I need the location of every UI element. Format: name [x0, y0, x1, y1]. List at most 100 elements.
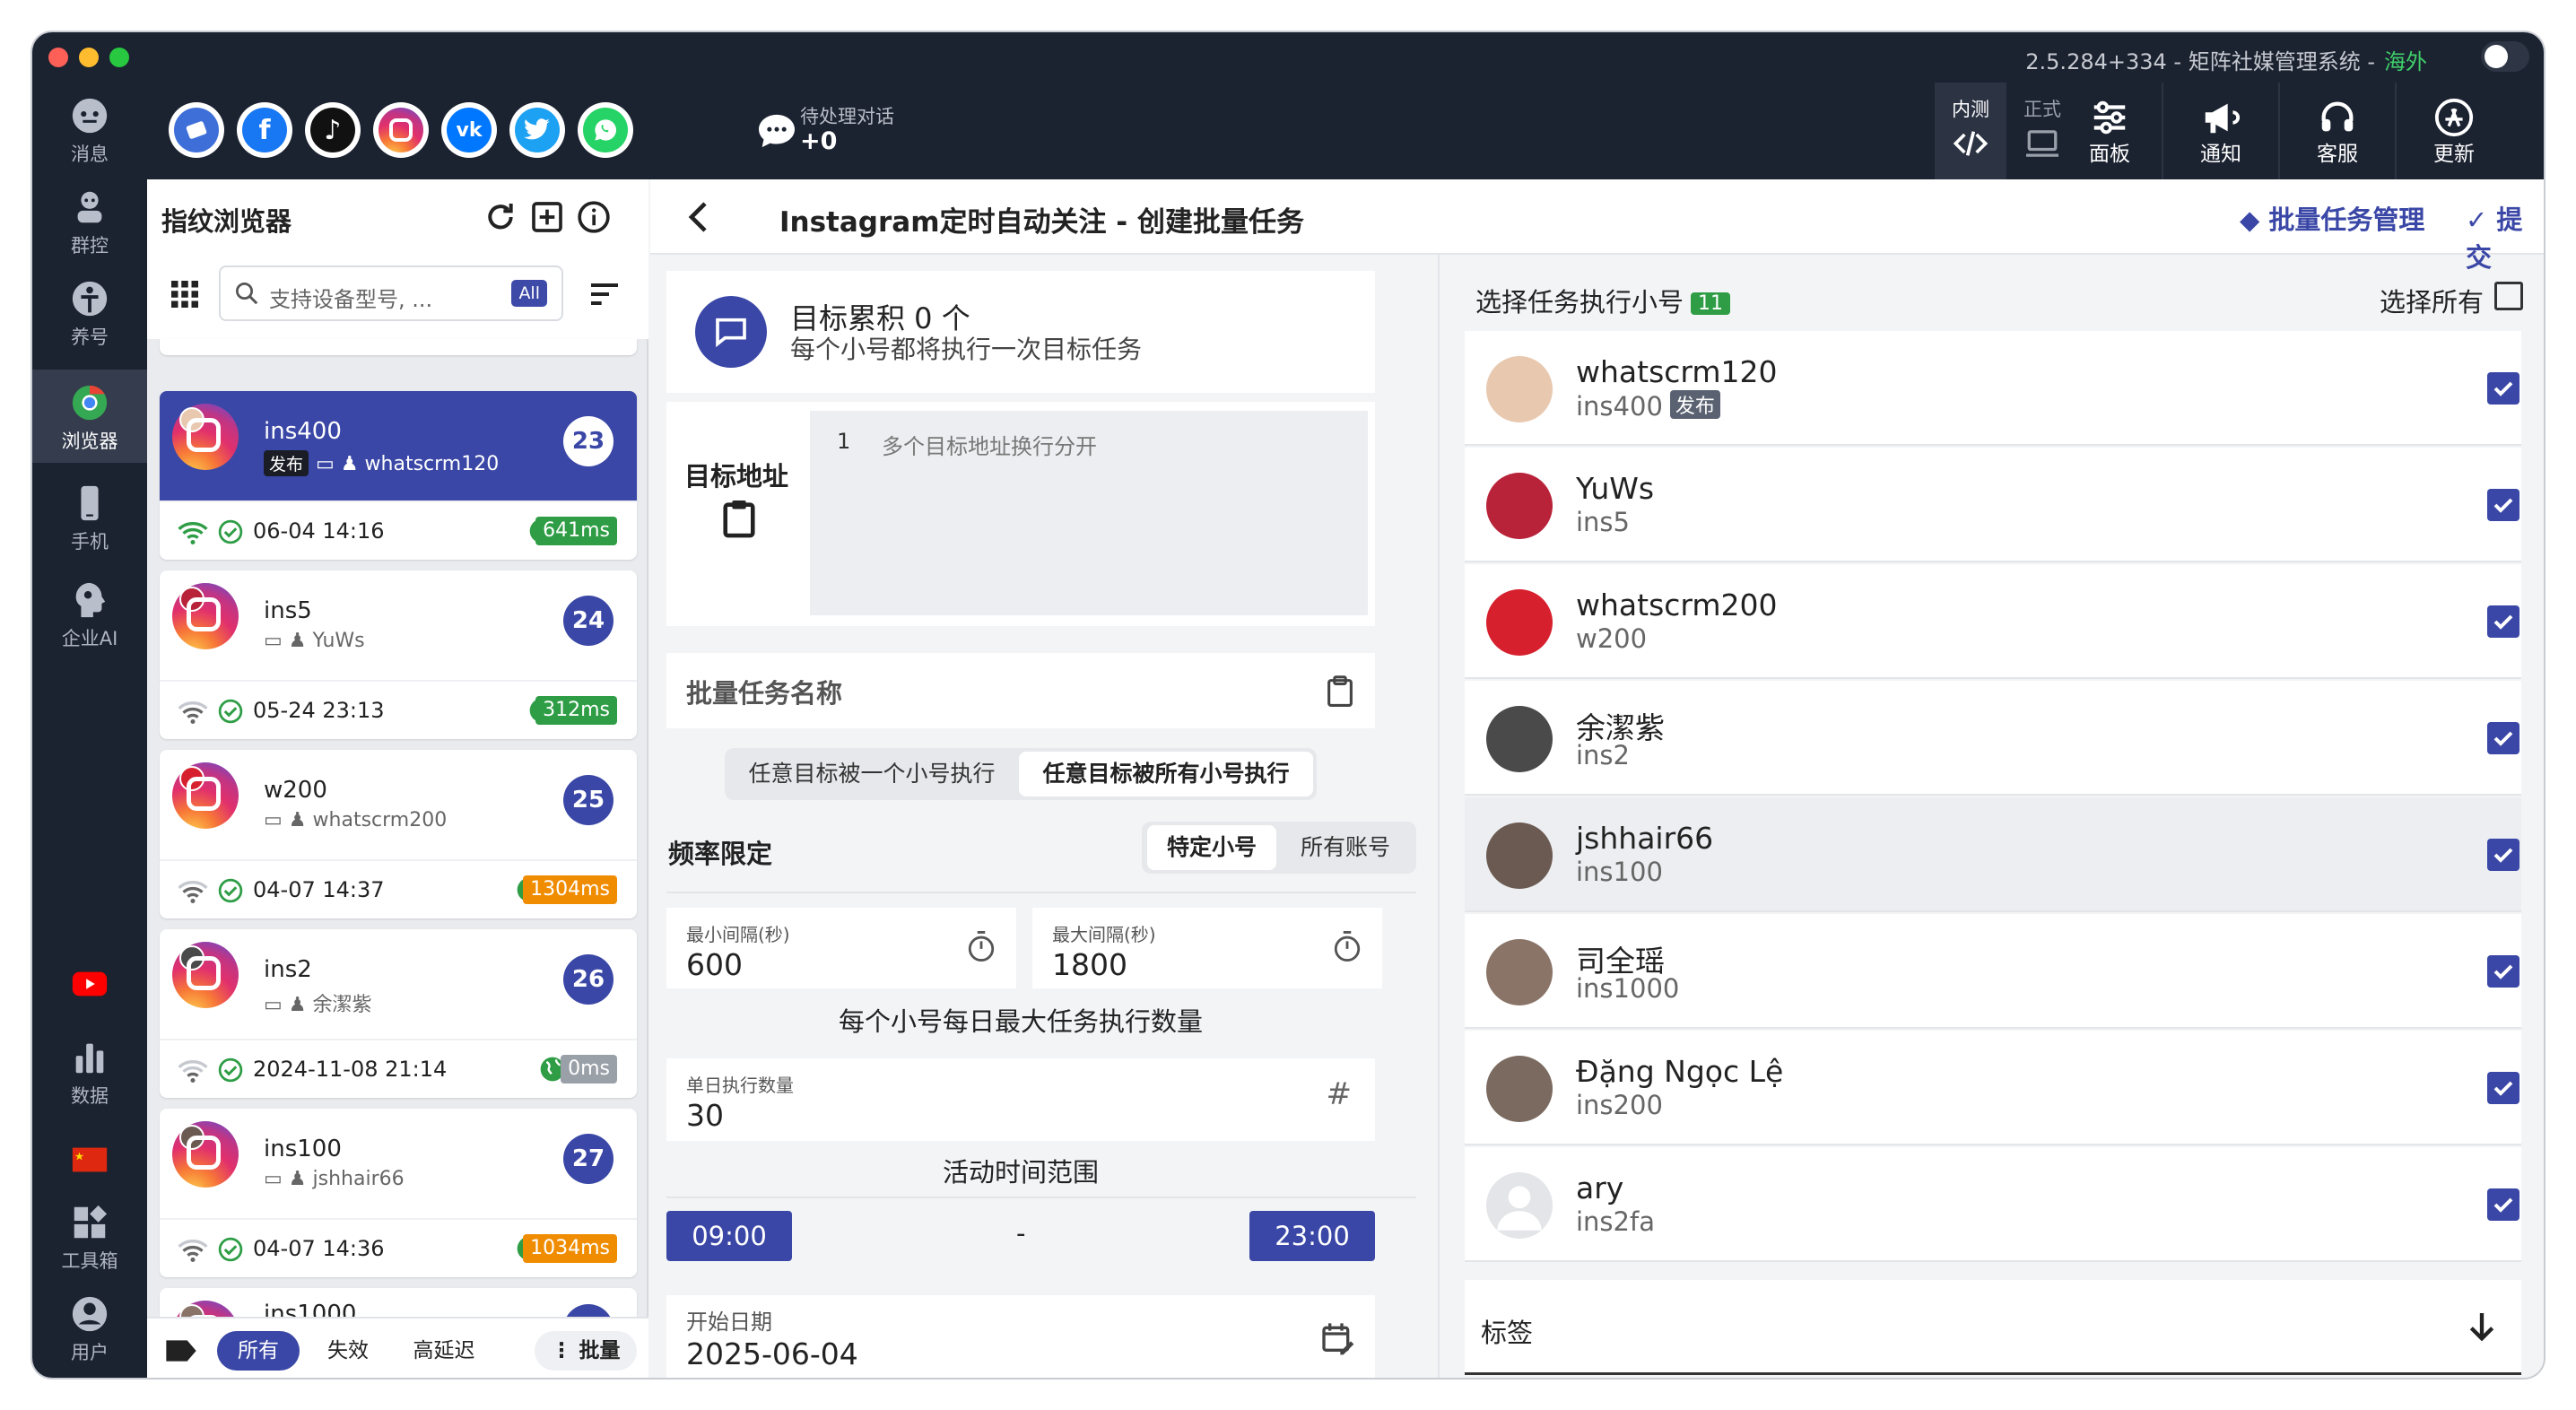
pending-conversations[interactable]: 待处理对话 +0 — [685, 83, 1134, 179]
account-row[interactable]: Đặng Ngọc Lệ ins200 — [1465, 1031, 2521, 1145]
laptop-icon: ▭ — [264, 1168, 283, 1190]
account-checkbox[interactable] — [2487, 722, 2519, 754]
card-name: ins400 — [264, 418, 342, 445]
sliders-icon — [2093, 100, 2126, 135]
check-icon: ✓ — [2466, 205, 2488, 235]
facebook-icon: f — [242, 108, 287, 152]
app-twitter[interactable] — [509, 102, 565, 158]
account-handle: ins1000 — [1576, 973, 1680, 1004]
close-window-button[interactable] — [48, 48, 68, 67]
account-checkbox[interactable] — [2487, 1072, 2519, 1104]
support-button[interactable]: 客服 — [2278, 83, 2395, 179]
account-checkbox[interactable] — [2487, 605, 2519, 638]
calendar-edit-icon[interactable] — [1319, 1320, 1355, 1356]
clipboard-icon[interactable] — [720, 497, 758, 540]
grid-view-icon[interactable] — [169, 278, 201, 310]
nav-user[interactable]: 用户 — [32, 1286, 147, 1372]
nav-browser[interactable]: 浏览器 — [32, 370, 147, 463]
nav-messages[interactable]: 消息 — [32, 88, 147, 174]
env-test-button[interactable]: 内测 — [1935, 83, 2006, 179]
account-row[interactable]: jshhair66 ins100 — [1465, 797, 2521, 912]
filter-all[interactable]: 所有 — [217, 1331, 300, 1371]
app-fingerprint-browser[interactable] — [169, 102, 224, 158]
title-bar: 2.5.284+334 - 矩阵社媒管理系统 - 海外 — [32, 32, 2544, 83]
account-row[interactable]: YuWs ins5 — [1465, 448, 2521, 562]
back-arrow-icon[interactable] — [683, 199, 718, 235]
batch-menu-button[interactable]: ⋮ 批量 — [535, 1331, 637, 1371]
minimize-window-button[interactable] — [79, 48, 99, 67]
nav-language[interactable] — [32, 1130, 147, 1193]
min-interval-label: 最小间隔(秒) — [686, 924, 790, 945]
start-time-button[interactable]: 09:00 — [666, 1211, 792, 1261]
card-status: 06-04 14:16 641ms — [160, 500, 637, 560]
max-interval-input[interactable]: 最大间隔(秒) 1800 — [1032, 908, 1382, 988]
tag-icon[interactable] — [163, 1336, 199, 1365]
nav-toolbox[interactable]: 工具箱 — [32, 1195, 147, 1281]
add-box-icon[interactable] — [529, 199, 565, 235]
batch-management-link[interactable]: ◆ 批量任务管理 — [2240, 199, 2424, 237]
account-row[interactable]: whatscrm120 ins400 发布 — [1465, 331, 2521, 446]
filter-high-latency[interactable]: 高延迟 — [395, 1331, 493, 1371]
nav-data[interactable]: 数据 — [32, 1030, 147, 1119]
headset-icon — [2321, 101, 2354, 132]
account-checkbox[interactable] — [2487, 1188, 2519, 1221]
browser-card[interactable]: ins400 发布 ▭ ♟ whatscrm120 23 06-04 14:16 … — [160, 391, 637, 560]
device-search-input[interactable]: 支持设备型号, ... All — [219, 265, 563, 321]
filter-invalid[interactable]: 失效 — [309, 1331, 387, 1371]
account-checkbox[interactable] — [2487, 955, 2519, 988]
target-address-textarea[interactable]: 1 多个目标地址换行分开 — [810, 411, 1368, 615]
task-name-field[interactable]: 批量任务名称 — [666, 653, 1375, 728]
zoom-window-button[interactable] — [109, 48, 129, 67]
info-icon[interactable] — [576, 199, 612, 235]
account-checkbox[interactable] — [2487, 839, 2519, 871]
app-tiktok[interactable]: ♪ — [305, 102, 361, 158]
account-checkbox[interactable] — [2487, 372, 2519, 405]
daily-count-input[interactable]: 单日执行数量 30 # — [666, 1058, 1375, 1141]
refresh-icon[interactable] — [483, 199, 518, 235]
browser-card[interactable]: w200 ▭ ♟ whatscrm200 25 04-07 14:37 1304… — [160, 750, 637, 918]
account-row[interactable]: 司全瑶 ins1000 — [1465, 914, 2521, 1029]
freq-specific-account[interactable]: 特定小号 — [1147, 825, 1276, 870]
sort-icon[interactable] — [587, 276, 622, 312]
youtube-icon — [72, 971, 108, 997]
browser-card[interactable]: ins100 ▭ ♟ jshhair66 27 04-07 14:36 1034… — [160, 1109, 637, 1277]
mode-one-account[interactable]: 任意目标被一个小号执行 — [728, 752, 1015, 796]
tags-dropdown[interactable]: 标签 — [1465, 1280, 2521, 1375]
line-number: 1 — [837, 429, 851, 454]
dashboard-button[interactable]: 面板 — [2078, 83, 2141, 179]
avatar — [1486, 706, 1553, 772]
end-time-button[interactable]: 23:00 — [1249, 1211, 1375, 1261]
account-row[interactable]: whatscrm200 w200 — [1465, 564, 2521, 679]
card-status: 05-24 23:13 312ms — [160, 680, 637, 739]
select-all-checkbox[interactable] — [2494, 282, 2523, 310]
app-instagram[interactable] — [373, 102, 429, 158]
clipboard-icon[interactable] — [1325, 675, 1355, 709]
latency-badge: 0ms — [561, 1055, 617, 1084]
browser-card[interactable]: ins1000 28 — [160, 1288, 637, 1317]
theme-toggle[interactable] — [2481, 41, 2529, 72]
account-checkbox[interactable] — [2487, 489, 2519, 521]
app-window: 2.5.284+334 - 矩阵社媒管理系统 - 海外 消息 群控 养号 浏览器… — [32, 32, 2544, 1378]
env-prod-button[interactable]: 正式 — [2006, 83, 2078, 179]
nav-youtube[interactable] — [32, 953, 147, 1017]
wifi-icon — [178, 701, 208, 725]
layers-icon: ◆ — [2240, 205, 2260, 235]
nav-enterprise-ai[interactable]: 企业AI — [32, 572, 147, 666]
start-date-input[interactable]: 开始日期 2025-06-04 — [666, 1295, 1375, 1378]
mode-all-accounts[interactable]: 任意目标被所有小号执行 — [1019, 752, 1313, 796]
app-whatsapp[interactable] — [578, 102, 633, 158]
update-button[interactable]: 更新 — [2395, 83, 2511, 179]
browser-card[interactable]: ins2 ▭ ♟ 余潔紫 26 2024-11-08 21:14 0ms — [160, 929, 637, 1098]
account-row[interactable]: 余潔紫 ins2 — [1465, 681, 2521, 796]
browser-card[interactable]: ins5 ▭ ♟ YuWs 24 05-24 23:13 312ms — [160, 570, 637, 739]
min-interval-input[interactable]: 最小间隔(秒) 600 — [666, 908, 1016, 988]
app-facebook[interactable]: f — [237, 102, 292, 158]
search-scope-badge[interactable]: All — [511, 280, 547, 307]
notify-button[interactable]: 通知 — [2162, 83, 2278, 179]
nav-phone[interactable]: 手机 — [32, 475, 147, 561]
app-vk[interactable]: vk — [441, 102, 497, 158]
nav-group-control[interactable]: 群控 — [32, 179, 147, 265]
freq-all-accounts[interactable]: 所有账号 — [1280, 825, 1411, 870]
nav-raise-account[interactable]: 养号 — [32, 271, 147, 357]
account-row[interactable]: ary ins2fa — [1465, 1147, 2521, 1262]
